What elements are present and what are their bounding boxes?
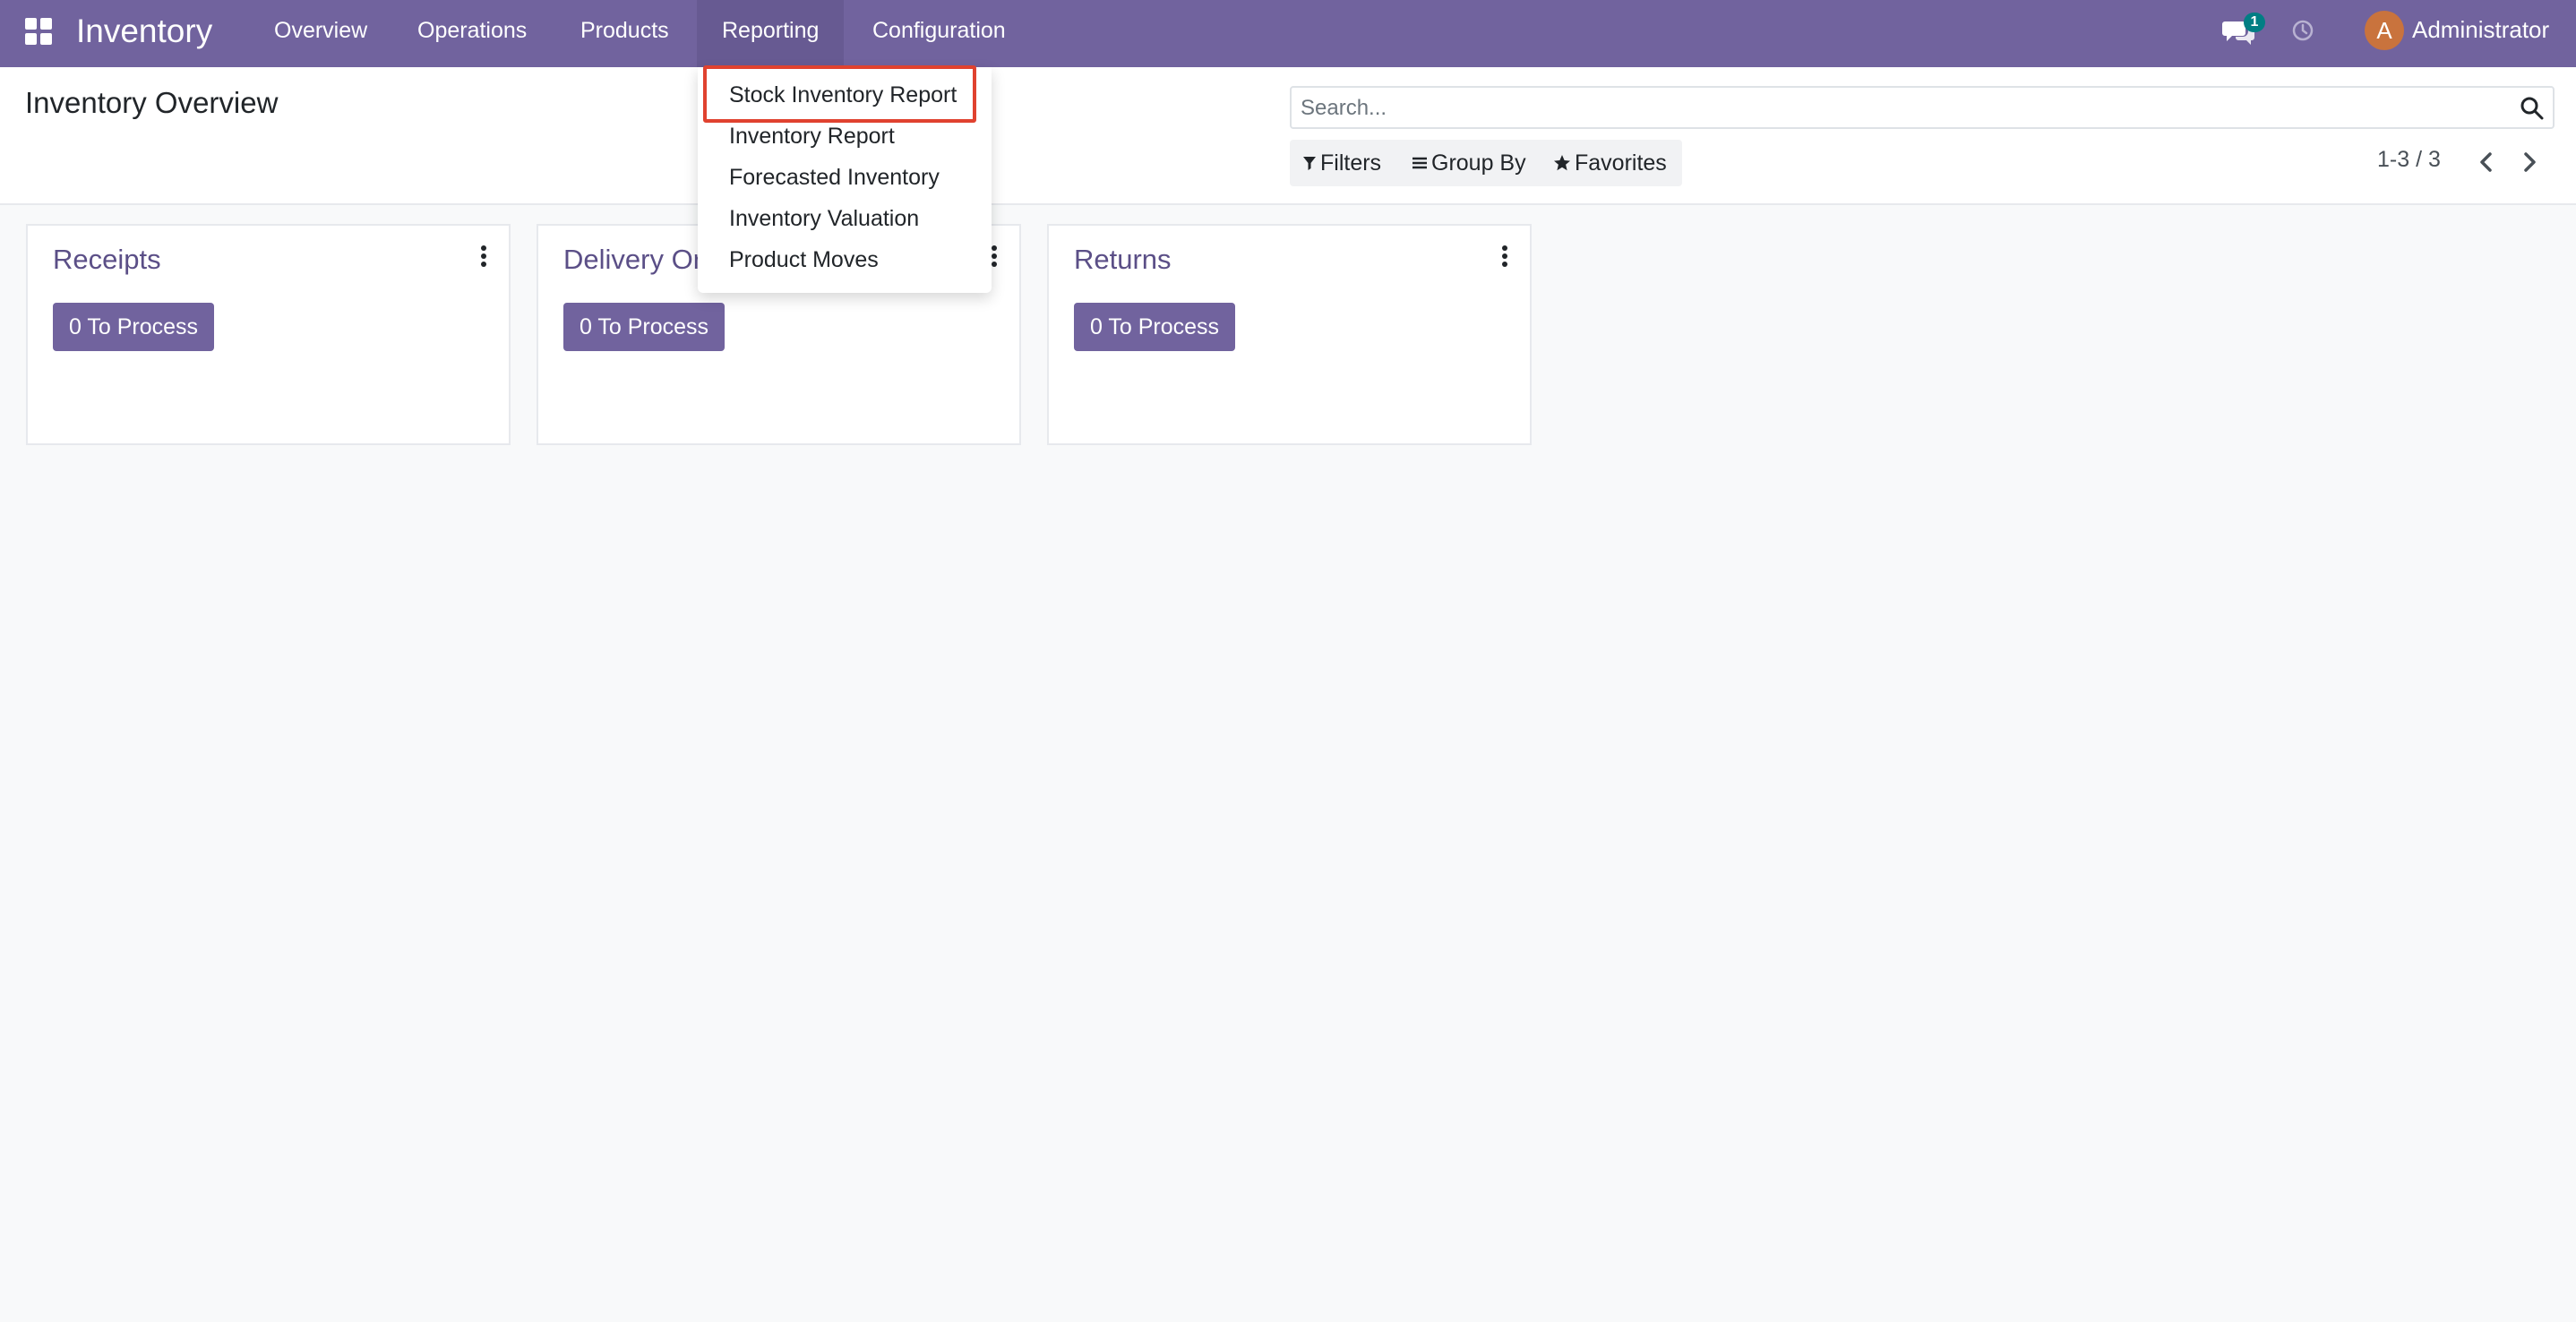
menu-item-forecasted-inventory[interactable]: Forecasted Inventory xyxy=(729,165,940,191)
menu-item-inventory-valuation[interactable]: Inventory Valuation xyxy=(729,206,919,232)
nav-item-products[interactable]: Products xyxy=(555,0,694,67)
favorites-button[interactable]: Favorites xyxy=(1553,140,1667,186)
top-navbar: Inventory Overview Operations Products R… xyxy=(0,0,2576,67)
to-process-button[interactable]: 0 To Process xyxy=(53,303,215,351)
to-process-button[interactable]: 0 To Process xyxy=(1074,303,1236,351)
chat-badge: 1 xyxy=(2244,13,2265,32)
star-icon xyxy=(1554,155,1570,171)
clock-icon[interactable] xyxy=(2290,18,2315,43)
favorites-label: Favorites xyxy=(1575,150,1667,176)
menu-item-inventory-report[interactable]: Inventory Report xyxy=(729,124,895,150)
vertical-dots-icon[interactable] xyxy=(478,244,489,269)
group-by-label: Group By xyxy=(1431,150,1526,176)
nav-item-reporting[interactable]: Reporting xyxy=(697,0,845,67)
group-by-button[interactable]: Group By xyxy=(1412,140,1526,186)
card-title[interactable]: Returns xyxy=(1074,244,1172,276)
app-brand[interactable]: Inventory xyxy=(76,0,212,67)
search-input[interactable] xyxy=(1301,91,2501,125)
vertical-dots-icon[interactable] xyxy=(1499,244,1510,269)
pager-value[interactable]: 1-3 / 3 xyxy=(2377,147,2441,173)
chevron-right-icon[interactable] xyxy=(2516,149,2543,176)
nav-item-configuration[interactable]: Configuration xyxy=(847,0,1031,67)
chevron-left-icon[interactable] xyxy=(2473,149,2500,176)
filter-icon xyxy=(1303,157,1316,170)
user-menu-name[interactable]: Administrator xyxy=(2412,0,2549,67)
search-box xyxy=(1290,86,2555,129)
kanban-card-receipts[interactable]: Receipts 0 To Process xyxy=(26,224,511,445)
kanban-card-returns[interactable]: Returns 0 To Process xyxy=(1047,224,1532,445)
nav-item-overview[interactable]: Overview xyxy=(249,0,392,67)
to-process-button[interactable]: 0 To Process xyxy=(563,303,726,351)
nav-item-operations[interactable]: Operations xyxy=(392,0,552,67)
search-options-bar: Filters Group By Favorites xyxy=(1290,140,1682,186)
apps-grid-icon[interactable] xyxy=(25,18,52,45)
page-title: Inventory Overview xyxy=(25,86,279,119)
card-title[interactable]: Receipts xyxy=(53,244,161,276)
search-icon[interactable] xyxy=(2519,95,2546,122)
list-icon xyxy=(1413,157,1427,169)
filters-label: Filters xyxy=(1320,150,1382,176)
avatar[interactable]: A xyxy=(2365,11,2404,50)
highlight-annotation-box xyxy=(703,65,976,123)
filters-button[interactable]: Filters xyxy=(1302,140,1381,186)
menu-item-product-moves[interactable]: Product Moves xyxy=(729,247,879,273)
